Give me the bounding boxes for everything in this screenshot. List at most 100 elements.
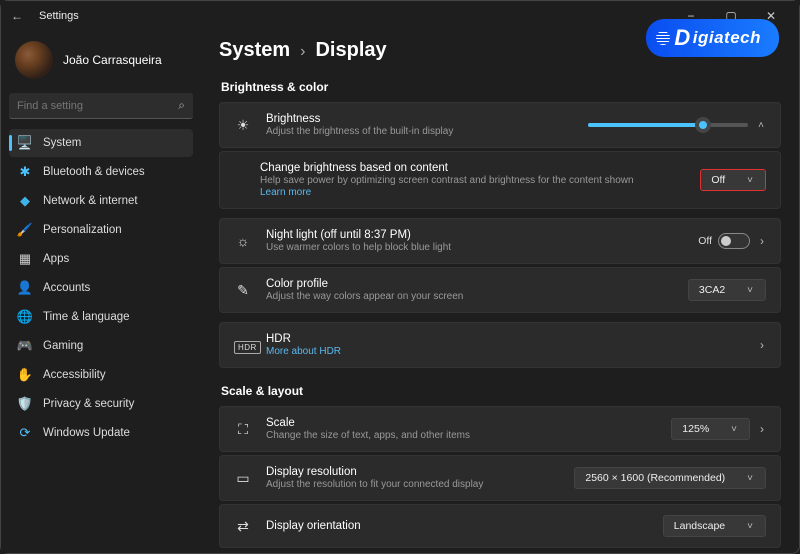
accessibility-icon: ✋ <box>17 367 33 383</box>
chevron-right-icon[interactable]: › <box>758 234 766 248</box>
nav-item-system[interactable]: 🖥️ System <box>9 129 193 157</box>
chevron-right-icon[interactable]: › <box>758 338 766 352</box>
avatar <box>15 41 53 79</box>
nav-item-personalization[interactable]: 🖌️Personalization <box>9 216 193 244</box>
night-light-toggle[interactable] <box>718 233 750 249</box>
chevron-down-icon: ˅ <box>745 521 755 532</box>
nav-label: Network & internet <box>43 195 138 207</box>
system-icon: 🖥️ <box>17 135 33 151</box>
nav-item-gaming[interactable]: 🎮 Gaming <box>9 332 193 360</box>
nav-item-apps[interactable]: ▦ Apps <box>9 245 193 273</box>
night-light-card[interactable]: ☼ Night light (off until 8:37 PM) Use wa… <box>219 218 781 264</box>
slider-thumb[interactable] <box>695 117 711 133</box>
nav-label: Personalization <box>43 224 122 236</box>
night-light-icon: ☼ <box>234 233 252 249</box>
nav-item-network-internet[interactable]: ◆ Network & internet <box>9 187 193 215</box>
back-button[interactable]: ← <box>9 9 25 23</box>
scale-subtitle: Change the size of text, apps, and other… <box>266 430 657 441</box>
nav-item-bluetooth-devices[interactable]: ✱ Bluetooth & devices <box>9 158 193 186</box>
nav-label: Time & language <box>43 311 130 323</box>
hdr-link[interactable]: More about HDR <box>266 346 744 357</box>
nav-label: Privacy & security <box>43 398 134 410</box>
scale-dropdown[interactable]: 125% ˅ <box>671 418 750 440</box>
nav-item-accessibility[interactable]: ✋Accessibility <box>9 361 193 389</box>
nav-label: Gaming <box>43 340 83 352</box>
window-title: Settings <box>39 10 79 22</box>
bluetooth-devices-icon: ✱ <box>17 164 33 180</box>
chevron-right-icon[interactable]: › <box>758 422 766 436</box>
color-profile-card[interactable]: ✎ Color profile Adjust the way colors ap… <box>219 267 781 313</box>
gaming-icon: 🎮 <box>17 338 33 354</box>
scale-value: 125% <box>682 423 709 435</box>
nav-label: Accounts <box>43 282 90 294</box>
chevron-up-icon[interactable]: ˄ <box>756 120 766 131</box>
brightness-card[interactable]: ☀ Brightness Adjust the brightness of th… <box>219 102 781 148</box>
section-brightness-color: Brightness & color <box>221 80 781 94</box>
hdr-card[interactable]: HDR HDR More about HDR › <box>219 322 781 368</box>
cbbc-subtitle: Help save power by optimizing screen con… <box>260 175 686 186</box>
color-profile-title: Color profile <box>266 278 674 290</box>
color-profile-subtitle: Adjust the way colors appear on your scr… <box>266 291 674 302</box>
scale-card[interactable]: ⛶ Scale Change the size of text, apps, a… <box>219 406 781 452</box>
apps-icon: ▦ <box>17 251 33 267</box>
cbbc-title: Change brightness based on content <box>260 162 686 174</box>
search-input[interactable] <box>17 100 178 112</box>
chevron-down-icon: ˅ <box>729 424 739 435</box>
orientation-dropdown[interactable]: Landscape ˅ <box>663 515 766 537</box>
search-box[interactable]: ⌕ <box>9 93 193 119</box>
nav-item-privacy-security[interactable]: 🛡️ Privacy & security <box>9 390 193 418</box>
chevron-down-icon: ˅ <box>745 285 755 296</box>
breadcrumb-parent[interactable]: System <box>219 39 290 62</box>
night-light-subtitle: Use warmer colors to help block blue lig… <box>266 242 684 253</box>
resolution-card[interactable]: ▭ Display resolution Adjust the resoluti… <box>219 455 781 501</box>
profile[interactable]: João Carrasqueira <box>9 35 193 93</box>
orientation-card[interactable]: ⇄ Display orientation Landscape ˅ <box>219 504 781 548</box>
orientation-title: Display orientation <box>266 520 649 532</box>
color-profile-icon: ✎ <box>234 282 252 299</box>
windows-update-icon: ⟳ <box>17 425 33 441</box>
nav-label: Bluetooth & devices <box>43 166 145 178</box>
night-light-title: Night light (off until 8:37 PM) <box>266 229 684 241</box>
brightness-subtitle: Adjust the brightness of the built-in di… <box>266 126 574 137</box>
accounts-icon: 👤 <box>17 280 33 296</box>
scale-title: Scale <box>266 417 657 429</box>
nav-item-time-language[interactable]: 🌐 Time & language <box>9 303 193 331</box>
chevron-right-icon: › <box>300 43 305 61</box>
sidebar: João Carrasqueira ⌕ 🖥️ System ✱ Bluetooth &… <box>1 31 201 553</box>
nav-label: Apps <box>43 253 69 265</box>
color-profile-value: 3CA2 <box>699 284 725 296</box>
brightness-slider[interactable] <box>588 123 748 127</box>
brightness-icon: ☀ <box>234 117 252 134</box>
hdr-title: HDR <box>266 333 744 345</box>
chevron-down-icon: ˅ <box>745 473 755 484</box>
resolution-value: 2560 × 1600 (Recommended) <box>585 472 725 484</box>
brightness-title: Brightness <box>266 113 574 125</box>
resolution-dropdown[interactable]: 2560 × 1600 (Recommended) ˅ <box>574 467 766 489</box>
nav-label: Windows Update <box>43 427 130 439</box>
orientation-icon: ⇄ <box>234 518 252 535</box>
resolution-subtitle: Adjust the resolution to fit your connec… <box>266 479 560 490</box>
digiatech-logo: Digiatech <box>646 19 779 57</box>
nav-item-accounts[interactable]: 👤 Accounts <box>9 274 193 302</box>
orientation-value: Landscape <box>674 520 725 532</box>
privacy-security-icon: 🛡️ <box>17 396 33 412</box>
resolution-icon: ▭ <box>234 470 252 487</box>
nav-item-windows-update[interactable]: ⟳ Windows Update <box>9 419 193 447</box>
resolution-title: Display resolution <box>266 466 560 478</box>
nav-label: System <box>43 137 81 149</box>
time-language-icon: 🌐 <box>17 309 33 325</box>
nav-list: 🖥️ System ✱ Bluetooth & devices ◆ Network & i… <box>9 129 193 447</box>
content-brightness-card: Change brightness based on content Help … <box>219 151 781 209</box>
main-content: System › Display Brightness & color ☀ Br… <box>201 31 799 553</box>
breadcrumb-current: Display <box>315 39 386 62</box>
search-icon: ⌕ <box>178 98 185 113</box>
chevron-down-icon: ˅ <box>745 175 755 186</box>
section-scale-layout: Scale & layout <box>221 384 781 398</box>
scale-icon: ⛶ <box>234 421 252 438</box>
network-internet-icon: ◆ <box>17 193 33 209</box>
profile-name: João Carrasqueira <box>63 53 162 67</box>
hdr-icon: HDR <box>234 337 252 353</box>
color-profile-dropdown[interactable]: 3CA2 ˅ <box>688 279 766 301</box>
cbbc-learn-more-link[interactable]: Learn more <box>260 187 686 198</box>
cbbc-dropdown[interactable]: Off ˅ <box>700 169 766 191</box>
